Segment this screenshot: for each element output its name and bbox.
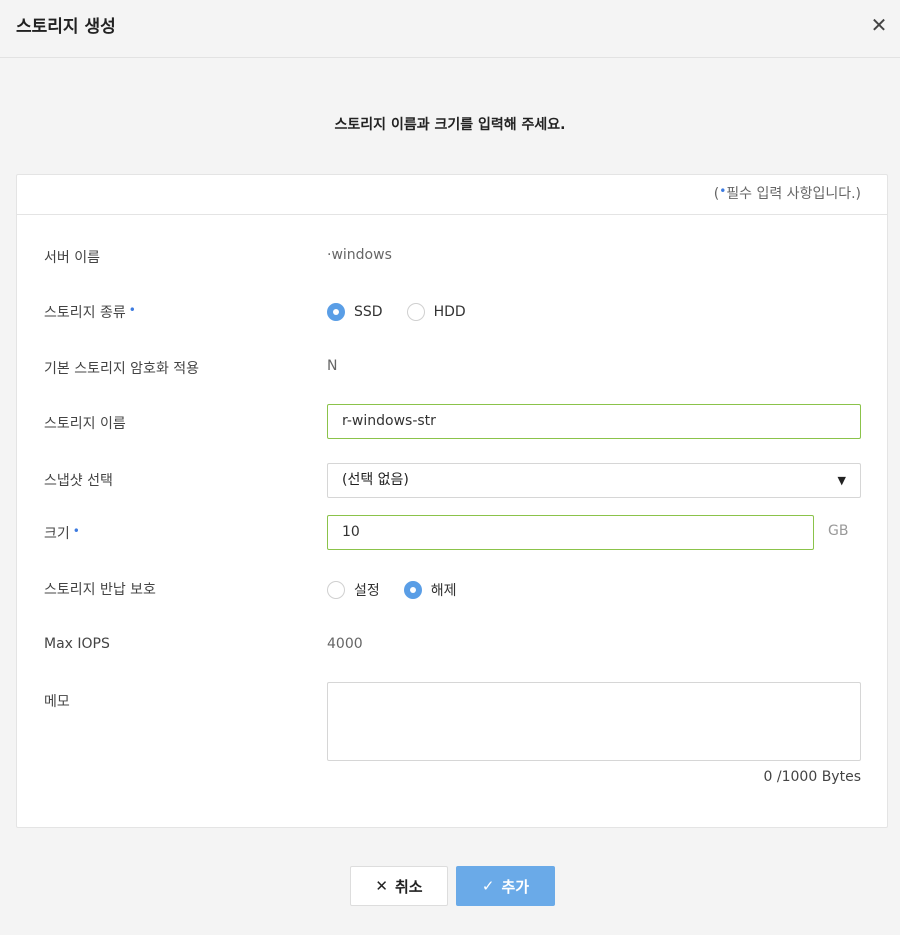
- dialog-title: 스토리지 생성: [16, 17, 116, 37]
- storage-name-label: 스토리지 이름: [44, 416, 126, 432]
- snapshot-label: 스냅샷 선택: [44, 473, 113, 489]
- storage-name-input[interactable]: r-windows-str: [327, 404, 861, 439]
- close-icon[interactable]: ✕: [868, 14, 890, 36]
- setting-label: 설정: [354, 583, 380, 599]
- storage-type-hdd-option[interactable]: HDD: [406, 303, 466, 321]
- dialog-header: 스토리지 생성 ✕: [0, 0, 900, 58]
- max-iops-value: 4000: [327, 636, 363, 652]
- size-label-text: 크기: [44, 526, 70, 542]
- close-icon: ✕: [375, 877, 388, 895]
- add-button-label: 추가: [501, 877, 530, 896]
- max-iops-label: Max IOPS: [44, 636, 110, 652]
- return-protection-radio-group: 설정 해제: [327, 580, 481, 600]
- required-note: (•필수 입력 사항입니다.): [17, 175, 887, 215]
- storage-type-label-text: 스토리지 종류: [44, 305, 126, 321]
- memo-textarea[interactable]: [327, 682, 861, 761]
- server-name-label: 서버 이름: [44, 250, 100, 266]
- return-protection-label: 스토리지 반납 보호: [44, 582, 156, 598]
- size-unit: GB: [828, 523, 849, 539]
- radio-selected-icon[interactable]: [327, 303, 345, 321]
- add-button[interactable]: ✓ 추가: [456, 866, 555, 906]
- required-note-text: 필수 입력 사항입니다.): [726, 186, 861, 202]
- instruction-text: 스토리지 이름과 크기를 입력해 주세요.: [334, 117, 566, 133]
- size-label: 크기 •: [44, 523, 80, 543]
- required-dot-icon: •: [72, 524, 80, 538]
- required-dot-icon: •: [128, 303, 136, 317]
- check-icon: ✓: [481, 877, 495, 895]
- storage-type-label: 스토리지 종류 •: [44, 302, 136, 322]
- radio-unselected-icon[interactable]: [406, 303, 425, 321]
- memo-byte-counter: 0 /1000 Bytes: [763, 769, 861, 785]
- release-label: 해제: [430, 583, 457, 599]
- cancel-button[interactable]: ✕ 취소: [350, 866, 448, 906]
- chevron-down-icon: ▼: [837, 474, 846, 487]
- ssd-label: SSD: [354, 304, 383, 320]
- snapshot-selected-value: (선택 없음): [342, 472, 409, 488]
- encryption-value: N: [327, 358, 338, 374]
- snapshot-select[interactable]: (선택 없음) ▼: [327, 463, 861, 498]
- cancel-button-label: 취소: [394, 877, 423, 896]
- storage-type-ssd-option[interactable]: SSD: [327, 303, 383, 321]
- radio-selected-icon[interactable]: [403, 581, 422, 599]
- return-protection-on-option[interactable]: 설정: [327, 580, 380, 600]
- radio-unselected-icon[interactable]: [327, 581, 345, 599]
- hdd-label: HDD: [433, 304, 466, 320]
- required-dot-icon: •: [719, 184, 727, 198]
- form-panel: (•필수 입력 사항입니다.) 서버 이름 ·windows 스토리지 종류 • …: [16, 174, 888, 828]
- encryption-label: 기본 스토리지 암호화 적용: [44, 361, 200, 377]
- size-input[interactable]: 10: [327, 515, 814, 550]
- memo-label: 메모: [44, 694, 70, 710]
- server-name-value: ·windows: [327, 247, 392, 263]
- return-protection-off-option[interactable]: 해제: [403, 580, 457, 600]
- storage-type-radio-group: SSD HDD: [327, 303, 490, 321]
